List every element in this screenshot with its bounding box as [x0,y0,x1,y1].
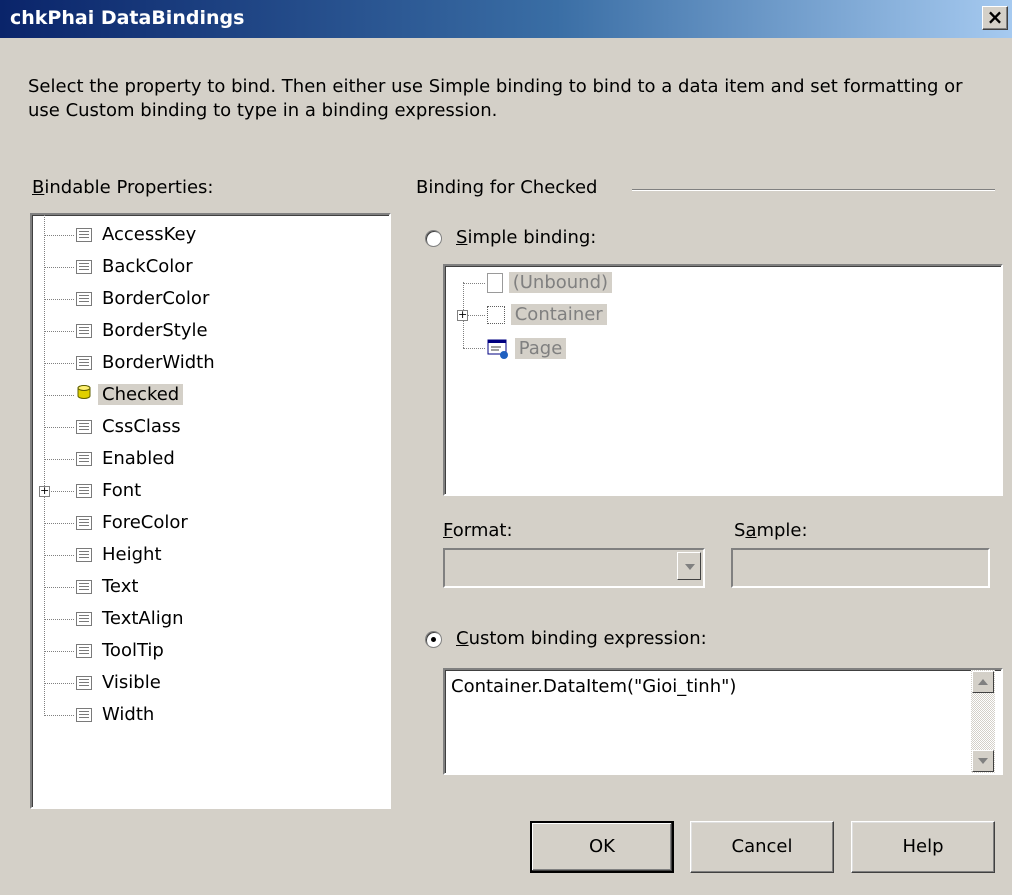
simple-binding-tree[interactable]: + (Unbound) Container Page [443,264,1003,496]
simple-binding-label[interactable]: Simple binding: [456,227,596,248]
property-label: BorderWidth [102,352,215,373]
tree-item-container[interactable]: Container [487,300,607,330]
property-item-height[interactable]: Height [76,540,162,570]
sample-label: Sample: [734,520,808,541]
property-label: ToolTip [102,640,164,661]
property-icon [76,516,92,530]
property-label: Text [102,576,139,597]
property-icon [76,644,92,658]
property-icon [76,580,92,594]
property-label: BackColor [102,256,193,277]
ok-button[interactable]: OK [530,821,674,873]
property-icon [76,676,92,690]
property-item-tooltip[interactable]: ToolTip [76,636,164,666]
scroll-down-icon[interactable] [972,750,994,772]
tree-item-label: Container [510,304,607,325]
property-item-cssclass[interactable]: CssClass [76,412,181,442]
cancel-button[interactable]: Cancel [690,821,834,873]
format-label: Format: [443,520,513,541]
property-icon [76,356,92,370]
property-label: Enabled [102,448,175,469]
sample-field [731,548,990,588]
page-icon [487,339,509,359]
property-label: AccessKey [102,224,197,245]
instructions-text: Select the property to bind. Then either… [28,76,963,121]
property-label: Visible [102,672,161,693]
expand-container-icon[interactable]: + [457,309,468,321]
property-item-forecolor[interactable]: ForeColor [76,508,188,538]
close-button[interactable]: × [982,6,1008,30]
property-icon [76,708,92,722]
property-icon [76,484,92,498]
property-icon [76,228,92,242]
tree-item-label: Page [514,338,567,359]
property-icon [76,548,92,562]
property-label: Width [102,704,155,725]
tree-item-page[interactable]: Page [487,334,567,364]
property-item-enabled[interactable]: Enabled [76,444,175,474]
title-bar: chkPhai DataBindings × [0,0,1012,38]
property-label: BorderStyle [102,320,208,341]
help-button[interactable]: Help [851,821,995,873]
simple-binding-radio[interactable] [425,230,442,247]
tree-item-unbound[interactable]: (Unbound) [487,268,613,298]
binding-group-title: Binding for Checked [416,177,598,198]
unbound-icon [487,273,503,293]
property-label: Height [102,544,162,565]
property-item-borderstyle[interactable]: BorderStyle [76,316,208,346]
custom-expression-text: Container.DataItem("Gioi_tinh") [451,676,737,697]
custom-binding-label[interactable]: Custom binding expression: [456,628,707,649]
group-divider [632,189,995,191]
database-bound-icon [76,380,92,410]
property-item-font[interactable]: Font [76,476,141,506]
property-icon [76,260,92,274]
format-select[interactable] [443,548,705,588]
property-icon [76,612,92,626]
custom-binding-radio[interactable] [425,631,442,648]
property-label: Checked [98,384,184,405]
tree-item-label: (Unbound) [508,272,613,293]
property-label: Font [102,480,142,501]
property-icon [76,452,92,466]
property-icon [76,420,92,434]
property-icon [76,324,92,338]
custom-expression-input[interactable]: Container.DataItem("Gioi_tinh") [443,668,1003,775]
window-title: chkPhai DataBindings [10,7,245,29]
property-label: TextAlign [102,608,184,629]
property-item-text[interactable]: Text [76,572,138,602]
property-item-textalign[interactable]: TextAlign [76,604,184,634]
bindable-properties-tree[interactable]: AccessKey BackColor BorderColor BorderStyle… [30,213,391,809]
property-label: CssClass [102,416,181,437]
property-label: BorderColor [102,288,210,309]
property-icon [76,292,92,306]
property-item-checked[interactable]: Checked [76,380,184,410]
container-icon [487,306,505,324]
property-item-backcolor[interactable]: BackColor [76,252,193,282]
property-item-accesskey[interactable]: AccessKey [76,220,196,250]
property-label: ForeColor [102,512,188,533]
property-item-visible[interactable]: Visible [76,668,161,698]
expand-font-icon[interactable]: + [39,485,50,497]
scroll-up-icon[interactable] [972,671,994,693]
chevron-down-icon[interactable] [677,552,701,580]
property-item-bordercolor[interactable]: BorderColor [76,284,209,314]
expression-scrollbar[interactable] [971,670,995,773]
property-item-borderwidth[interactable]: BorderWidth [76,348,215,378]
property-item-width[interactable]: Width [76,700,154,730]
bindable-properties-label: Bindable Properties: [32,177,214,198]
